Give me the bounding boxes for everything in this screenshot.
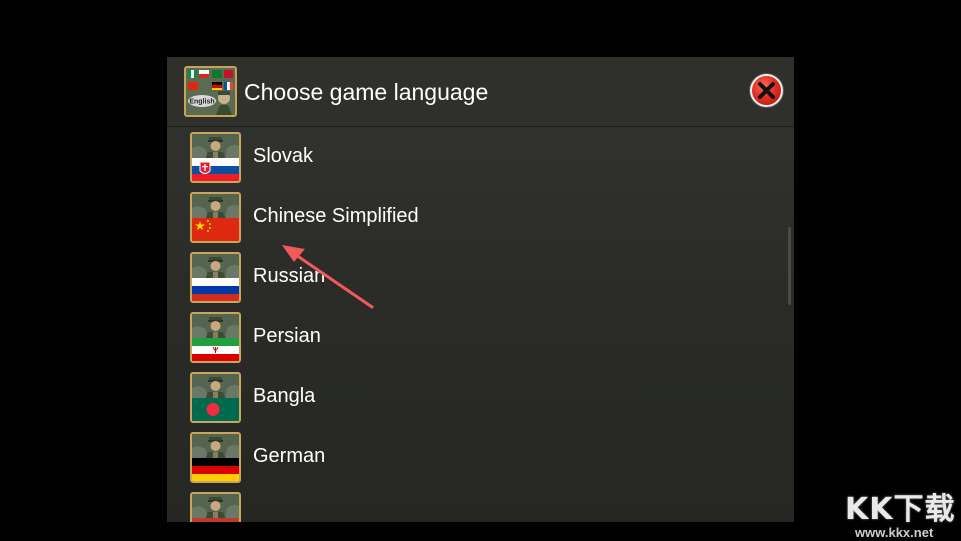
dialog-header: English Choose game language — [167, 57, 794, 127]
language-label: Bangla — [253, 385, 316, 407]
language-dialog: English Choose game language Slovak Chine… — [167, 57, 794, 522]
close-icon — [758, 82, 775, 99]
header-icon-text: English — [189, 99, 214, 106]
watermark-url: www.kkx.net — [855, 525, 934, 540]
scrollbar[interactable] — [788, 227, 791, 305]
language-flags-icon: English — [184, 66, 237, 117]
language-label: Chinese Simplified — [253, 205, 419, 227]
language-row[interactable]: Persian — [167, 307, 767, 367]
language-label: Russian — [253, 265, 326, 287]
language-label: German — [253, 445, 326, 467]
language-label: Persian — [253, 325, 321, 347]
language-row[interactable] — [167, 487, 767, 522]
language-row[interactable]: Bangla — [167, 367, 767, 427]
flag-iran-icon — [190, 312, 241, 363]
flag-bangladesh-icon — [190, 372, 241, 423]
language-row[interactable]: German — [167, 427, 767, 487]
language-label: Slovak — [253, 145, 314, 167]
flag-germany-icon — [190, 432, 241, 483]
flag-russia-icon — [190, 252, 241, 303]
language-row[interactable]: Slovak — [167, 128, 767, 187]
watermark: KK下载 www.kkx.net — [845, 480, 959, 540]
flag-slovakia-icon — [190, 132, 241, 183]
close-button[interactable] — [750, 74, 783, 107]
language-row[interactable]: Chinese Simplified — [167, 187, 767, 247]
flag-partial-icon — [190, 492, 241, 522]
dialog-title: Choose game language — [244, 79, 489, 105]
flag-china-icon — [190, 192, 241, 243]
language-row[interactable]: Russian — [167, 247, 767, 307]
language-list[interactable]: Slovak Chinese Simplified Russian Persian Ba… — [167, 128, 794, 522]
watermark-logo: KK下载 — [845, 492, 956, 527]
